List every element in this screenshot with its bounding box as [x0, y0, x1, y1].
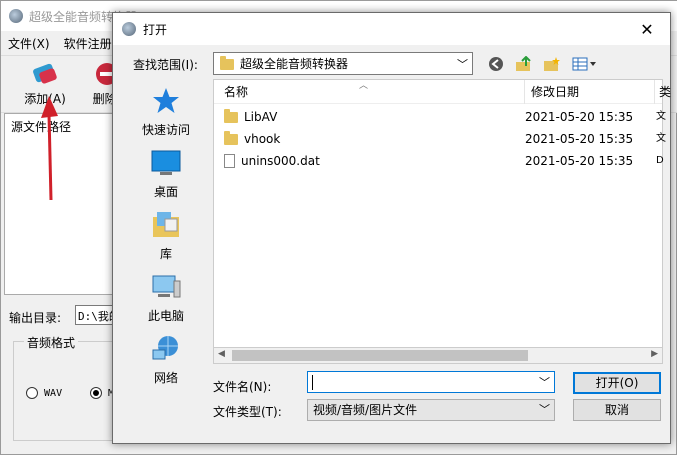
- look-in-combo[interactable]: 超级全能音频转换器 ﹀: [213, 52, 473, 75]
- output-dir-label: 输出目录:: [9, 311, 62, 325]
- menu-file[interactable]: 文件(X): [1, 35, 57, 52]
- filename-label: 文件名(N):: [213, 380, 272, 394]
- red-arrow-icon: [41, 96, 58, 201]
- audio-format-label: 音频格式: [24, 334, 79, 351]
- chevron-down-icon: ﹀: [539, 403, 550, 416]
- open-file-dialog: 打开 ✕ 查找范围(I): 超级全能音频转换器 ﹀ 快速访问 桌面 库 此电脑: [112, 12, 671, 444]
- output-dir-input[interactable]: D:\我的: [75, 305, 115, 325]
- place-desktop[interactable]: 桌面: [119, 147, 213, 200]
- dialog-titlebar: 打开 ✕: [113, 13, 670, 45]
- place-label: 快速访问: [141, 123, 190, 137]
- close-icon[interactable]: ✕: [624, 13, 670, 45]
- file-type: 文: [656, 111, 666, 122]
- look-in-label: 查找范围(I):: [133, 58, 198, 72]
- open-button[interactable]: 打开(O): [573, 372, 661, 394]
- file-list-header: ︿ 名称 修改日期 类: [214, 79, 671, 104]
- folder-icon: [220, 56, 234, 70]
- menu-register[interactable]: 软件注册: [57, 35, 119, 52]
- folder-icon: [224, 130, 238, 145]
- sort-ascending-icon: ︿: [359, 81, 369, 91]
- file-row[interactable]: LibAV 2021-05-20 15:35 文: [214, 106, 666, 128]
- place-quick-access[interactable]: 快速访问: [119, 85, 213, 138]
- file-date: 2021-05-20 15:35: [525, 154, 634, 168]
- file-name: LibAV: [244, 110, 278, 124]
- this-pc-icon: [150, 271, 182, 303]
- place-label: 桌面: [153, 185, 178, 199]
- file-name: unins000.dat: [241, 154, 320, 168]
- new-folder-icon[interactable]: [543, 55, 561, 73]
- file-list[interactable]: ︿ 名称 修改日期 类 LibAV 2021-05-20 15:35 文 vho…: [213, 79, 671, 364]
- file-name: vhook: [244, 132, 281, 146]
- place-this-pc[interactable]: 此电脑: [119, 271, 213, 324]
- column-type[interactable]: 类: [654, 79, 671, 104]
- column-name[interactable]: 名称: [224, 83, 248, 100]
- horizontal-scrollbar[interactable]: ◀ ▶: [213, 347, 663, 364]
- column-date[interactable]: 修改日期: [524, 79, 579, 104]
- audio-format-group: 音频格式 WAV MI: [13, 334, 123, 441]
- places-bar: 快速访问 桌面 库 此电脑 网络: [119, 81, 213, 385]
- format-wav[interactable]: WAV: [26, 387, 62, 399]
- filetype-combo[interactable]: 视频/音频/图片文件 ﹀: [307, 399, 555, 421]
- file-date: 2021-05-20 15:35: [525, 110, 634, 124]
- scroll-right-icon[interactable]: ▶: [651, 349, 658, 359]
- filetype-value: 视频/音频/图片文件: [313, 403, 418, 417]
- app-logo-icon: [9, 9, 23, 23]
- quick-access-icon: [150, 85, 182, 117]
- add-file-icon: [30, 60, 60, 88]
- nav-toolbar: [487, 53, 597, 75]
- library-icon: [150, 209, 182, 241]
- look-in-value: 超级全能音频转换器: [240, 57, 349, 71]
- chevron-down-icon[interactable]: ﹀: [539, 374, 550, 390]
- folder-icon: [224, 108, 238, 123]
- place-label: 库: [159, 247, 172, 261]
- wav-radio[interactable]: [26, 387, 38, 399]
- back-icon[interactable]: [487, 55, 505, 73]
- place-network[interactable]: 网络: [119, 333, 213, 386]
- place-label: 网络: [153, 371, 178, 385]
- scroll-thumb[interactable]: [232, 350, 528, 361]
- dialog-title: 打开: [143, 22, 168, 37]
- file-icon: [224, 154, 235, 168]
- place-label: 此电脑: [147, 309, 184, 323]
- chevron-down-icon: ﹀: [457, 58, 468, 71]
- network-icon: [150, 333, 182, 365]
- dialog-app-icon: [122, 22, 136, 36]
- filename-input[interactable]: ﹀: [307, 371, 555, 393]
- file-type: 文: [656, 133, 666, 144]
- filetype-label: 文件类型(T):: [213, 405, 282, 419]
- file-type: D: [656, 155, 664, 166]
- file-date: 2021-05-20 15:35: [525, 132, 634, 146]
- cancel-button[interactable]: 取消: [573, 399, 661, 421]
- up-folder-icon[interactable]: [515, 55, 533, 73]
- place-library[interactable]: 库: [119, 209, 213, 262]
- file-row[interactable]: unins000.dat 2021-05-20 15:35 D: [214, 150, 664, 172]
- text-caret: [312, 375, 313, 390]
- file-row[interactable]: vhook 2021-05-20 15:35 文: [214, 128, 666, 150]
- desktop-icon: [150, 147, 182, 179]
- scroll-left-icon[interactable]: ◀: [218, 349, 225, 359]
- wav-label: WAV: [44, 388, 63, 399]
- mi-radio[interactable]: [90, 387, 102, 399]
- view-menu-icon[interactable]: [571, 55, 597, 73]
